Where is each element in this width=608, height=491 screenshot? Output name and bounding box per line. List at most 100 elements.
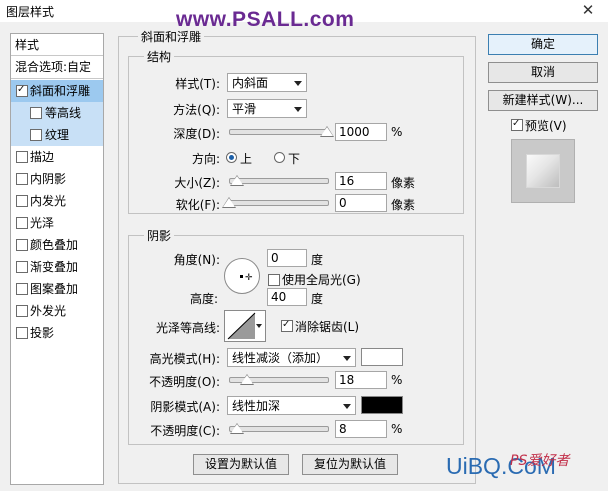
shadow-mode-select[interactable]: 线性加深 — [227, 396, 356, 415]
sidebar-item-stroke[interactable]: 描边 — [11, 146, 103, 168]
style-label: 样式(T): — [175, 77, 220, 91]
sidebar-item-label: 内阴影 — [30, 172, 67, 186]
highlight-opacity-label: 不透明度(O): — [149, 375, 220, 389]
new-style-button[interactable]: 新建样式(W)... — [488, 90, 598, 111]
preview-label: 预览(V) — [525, 119, 567, 133]
blending-options-header[interactable]: 混合选项:自定 — [15, 58, 91, 76]
size-slider[interactable] — [229, 178, 329, 184]
angle-label: 角度(N): — [173, 253, 220, 267]
direction-up-label: 上 — [240, 152, 253, 166]
sidebar-item-gradient-overlay[interactable]: 渐变叠加 — [11, 256, 103, 278]
sidebar-item-label: 投影 — [30, 326, 55, 340]
sidebar-item-inner-shadow[interactable]: 内阴影 — [11, 168, 103, 190]
sidebar-item-label: 渐变叠加 — [30, 260, 79, 274]
sidebar-item-bevel-emboss[interactable]: 斜面和浮雕 — [11, 80, 103, 102]
styles-header[interactable]: 样式 — [15, 36, 39, 54]
direction-up-radio[interactable] — [226, 152, 237, 163]
ok-button[interactable]: 确定 — [488, 34, 598, 55]
altitude-unit: 度 — [311, 292, 324, 306]
antialias-checkbox[interactable] — [281, 320, 293, 332]
checkbox-satin[interactable] — [16, 217, 28, 229]
checkbox-gradient-overlay[interactable] — [16, 261, 28, 273]
shadow-color-swatch[interactable] — [361, 396, 403, 414]
angle-dial[interactable]: ✛ — [224, 258, 260, 294]
soften-slider[interactable] — [229, 200, 329, 206]
style-preview-thumbnail — [511, 139, 575, 203]
depth-input[interactable]: 1000 — [335, 123, 387, 141]
divider — [11, 78, 103, 79]
chevron-down-icon — [343, 404, 351, 409]
size-slider-thumb[interactable] — [229, 175, 244, 186]
shadow-mode-label: 阴影模式(A): — [150, 400, 220, 414]
shadow-opacity-input[interactable]: 8 — [335, 420, 387, 438]
shadow-opacity-thumb[interactable] — [229, 423, 244, 434]
reset-default-button[interactable]: 复位为默认值 — [302, 454, 398, 475]
sidebar-item-contour[interactable]: 等高线 — [11, 102, 103, 124]
highlight-color-swatch[interactable] — [361, 348, 403, 366]
close-icon[interactable]: ✕ — [576, 1, 600, 19]
shadow-mode-value: 线性加深 — [232, 399, 281, 413]
sidebar-item-label: 颜色叠加 — [30, 238, 79, 252]
contour-linear-icon — [227, 312, 256, 340]
divider — [11, 55, 103, 56]
sidebar-item-inner-glow[interactable]: 内发光 — [11, 190, 103, 212]
sidebar-item-label: 内发光 — [30, 194, 67, 208]
checkbox-color-overlay[interactable] — [16, 239, 28, 251]
angle-dial-center — [240, 275, 243, 278]
direction-down-radio[interactable] — [274, 152, 285, 163]
structure-title: 结构 — [144, 48, 175, 65]
depth-slider[interactable] — [229, 129, 329, 135]
checkbox-pattern-overlay[interactable] — [16, 283, 28, 295]
altitude-input[interactable]: 40 — [267, 288, 307, 306]
sidebar-item-label: 等高线 — [45, 106, 82, 120]
global-light-checkbox[interactable] — [268, 274, 280, 286]
antialias-label: 消除锯齿(L) — [295, 320, 360, 334]
highlight-opacity-unit: % — [391, 373, 403, 387]
chevron-down-icon — [294, 81, 302, 86]
size-label: 大小(Z): — [174, 176, 220, 190]
size-input[interactable]: 16 — [335, 172, 387, 190]
soften-slider-thumb[interactable] — [222, 197, 236, 208]
style-select[interactable]: 内斜面 — [227, 73, 307, 92]
preview-bevel-square — [526, 154, 560, 188]
sidebar-item-color-overlay[interactable]: 颜色叠加 — [11, 234, 103, 256]
sidebar-item-drop-shadow[interactable]: 投影 — [11, 322, 103, 344]
chevron-down-icon — [343, 356, 351, 361]
highlight-opacity-thumb[interactable] — [239, 374, 254, 385]
sidebar-item-texture[interactable]: 纹理 — [11, 124, 103, 146]
style-select-value: 内斜面 — [232, 76, 269, 90]
cancel-button[interactable]: 取消 — [488, 62, 598, 83]
checkbox-inner-glow[interactable] — [16, 195, 28, 207]
method-select[interactable]: 平滑 — [227, 99, 307, 118]
checkbox-stroke[interactable] — [16, 151, 28, 163]
sidebar-item-pattern-overlay[interactable]: 图案叠加 — [11, 278, 103, 300]
checkbox-contour[interactable] — [30, 107, 42, 119]
sidebar-item-satin[interactable]: 光泽 — [11, 212, 103, 234]
chevron-down-icon — [294, 107, 302, 112]
gloss-contour-picker[interactable] — [224, 310, 266, 342]
sidebar-item-outer-glow[interactable]: 外发光 — [11, 300, 103, 322]
depth-label: 深度(D): — [173, 127, 220, 141]
highlight-mode-value: 线性减淡（添加） — [232, 351, 329, 365]
depth-slider-thumb[interactable] — [320, 126, 334, 137]
checkbox-texture[interactable] — [30, 129, 42, 141]
sidebar-item-label: 外发光 — [30, 304, 67, 318]
angle-input[interactable]: 0 — [267, 249, 307, 267]
soften-unit: 像素 — [391, 198, 416, 212]
checkbox-inner-shadow[interactable] — [16, 173, 28, 185]
preview-checkbox[interactable] — [511, 119, 523, 131]
highlight-opacity-input[interactable]: 18 — [335, 371, 387, 389]
altitude-label: 高度: — [189, 292, 218, 306]
shadow-opacity-slider[interactable] — [229, 426, 329, 432]
make-default-button[interactable]: 设置为默认值 — [193, 454, 289, 475]
sidebar-item-label: 描边 — [30, 150, 55, 164]
ps-fan-logo: PS爱好者 — [510, 453, 570, 469]
shading-title: 阴影 — [144, 227, 175, 244]
shadow-opacity-label: 不透明度(C): — [150, 424, 220, 438]
checkbox-drop-shadow[interactable] — [16, 327, 28, 339]
checkbox-outer-glow[interactable] — [16, 305, 28, 317]
highlight-mode-select[interactable]: 线性减淡（添加） — [227, 348, 356, 367]
soften-input[interactable]: 0 — [335, 194, 387, 212]
checkbox-bevel-emboss[interactable] — [16, 85, 28, 97]
method-label: 方法(Q): — [173, 103, 220, 117]
